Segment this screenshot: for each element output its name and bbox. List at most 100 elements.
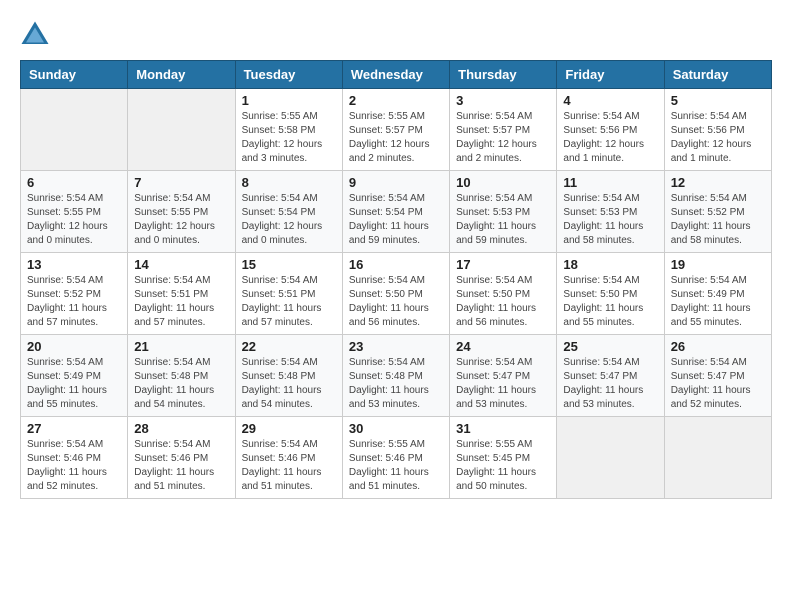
day-info: Sunrise: 5:54 AMSunset: 5:56 PMDaylight:… [563,110,657,166]
weekday-header: Tuesday [235,61,342,89]
calendar-week-row: 13 Sunrise: 5:54 AMSunset: 5:52 PMDayligh… [21,253,772,335]
calendar-cell: 30 Sunrise: 5:55 AMSunset: 5:46 PMDayligh… [342,417,449,499]
calendar-cell: 8 Sunrise: 5:54 AMSunset: 5:54 PMDaylight… [235,171,342,253]
day-number: 11 [563,175,657,190]
day-info: Sunrise: 5:54 AMSunset: 5:46 PMDaylight:… [242,438,336,494]
day-number: 21 [134,339,228,354]
calendar-cell: 22 Sunrise: 5:54 AMSunset: 5:48 PMDayligh… [235,335,342,417]
day-info: Sunrise: 5:54 AMSunset: 5:47 PMDaylight:… [563,356,657,412]
calendar-cell [128,89,235,171]
day-info: Sunrise: 5:54 AMSunset: 5:57 PMDaylight:… [456,110,550,166]
day-number: 17 [456,257,550,272]
calendar-cell: 10 Sunrise: 5:54 AMSunset: 5:53 PMDayligh… [450,171,557,253]
calendar-cell: 28 Sunrise: 5:54 AMSunset: 5:46 PMDayligh… [128,417,235,499]
day-number: 30 [349,421,443,436]
day-number: 20 [27,339,121,354]
calendar-cell: 4 Sunrise: 5:54 AMSunset: 5:56 PMDaylight… [557,89,664,171]
weekday-header: Sunday [21,61,128,89]
day-number: 13 [27,257,121,272]
day-number: 19 [671,257,765,272]
day-number: 2 [349,93,443,108]
day-info: Sunrise: 5:54 AMSunset: 5:50 PMDaylight:… [456,274,550,330]
page-header [20,20,772,50]
day-info: Sunrise: 5:54 AMSunset: 5:53 PMDaylight:… [456,192,550,248]
day-info: Sunrise: 5:54 AMSunset: 5:55 PMDaylight:… [27,192,121,248]
calendar-cell: 21 Sunrise: 5:54 AMSunset: 5:48 PMDayligh… [128,335,235,417]
calendar-cell [557,417,664,499]
calendar-cell: 18Sunrise: 5:54 AMSunset: 5:50 PMDayligh… [557,253,664,335]
calendar-cell: 3 Sunrise: 5:54 AMSunset: 5:57 PMDaylight… [450,89,557,171]
weekday-header: Friday [557,61,664,89]
day-info: Sunrise: 5:54 AMSunset: 5:51 PMDaylight:… [242,274,336,330]
calendar-cell: 24 Sunrise: 5:54 AMSunset: 5:47 PMDayligh… [450,335,557,417]
day-info: Sunrise: 5:55 AMSunset: 5:45 PMDaylight:… [456,438,550,494]
weekday-header: Wednesday [342,61,449,89]
calendar-cell: 6Sunrise: 5:54 AMSunset: 5:55 PMDaylight… [21,171,128,253]
calendar-week-row: 6Sunrise: 5:54 AMSunset: 5:55 PMDaylight… [21,171,772,253]
day-info: Sunrise: 5:54 AMSunset: 5:49 PMDaylight:… [671,274,765,330]
calendar-cell [664,417,771,499]
day-number: 12 [671,175,765,190]
calendar-cell: 27Sunrise: 5:54 AMSunset: 5:46 PMDayligh… [21,417,128,499]
calendar-week-row: 1 Sunrise: 5:55 AMSunset: 5:58 PMDaylight… [21,89,772,171]
calendar-cell: 26Sunrise: 5:54 AMSunset: 5:47 PMDayligh… [664,335,771,417]
calendar-cell: 12 Sunrise: 5:54 AMSunset: 5:52 PMDayligh… [664,171,771,253]
calendar-cell: 15 Sunrise: 5:54 AMSunset: 5:51 PMDayligh… [235,253,342,335]
calendar-cell: 1 Sunrise: 5:55 AMSunset: 5:58 PMDaylight… [235,89,342,171]
day-number: 10 [456,175,550,190]
logo-icon [20,20,50,50]
day-number: 5 [671,93,765,108]
day-number: 24 [456,339,550,354]
calendar-cell: 5Sunrise: 5:54 AMSunset: 5:56 PMDaylight… [664,89,771,171]
day-info: Sunrise: 5:54 AMSunset: 5:54 PMDaylight:… [242,192,336,248]
day-number: 29 [242,421,336,436]
day-info: Sunrise: 5:54 AMSunset: 5:46 PMDaylight:… [27,438,121,494]
day-number: 26 [671,339,765,354]
calendar-cell: 7 Sunrise: 5:54 AMSunset: 5:55 PMDaylight… [128,171,235,253]
calendar-cell: 29 Sunrise: 5:54 AMSunset: 5:46 PMDayligh… [235,417,342,499]
calendar-cell: 17 Sunrise: 5:54 AMSunset: 5:50 PMDayligh… [450,253,557,335]
calendar-header-row: SundayMondayTuesdayWednesdayThursdayFrid… [21,61,772,89]
calendar-cell: 11 Sunrise: 5:54 AMSunset: 5:53 PMDayligh… [557,171,664,253]
day-number: 4 [563,93,657,108]
day-number: 28 [134,421,228,436]
day-number: 1 [242,93,336,108]
calendar-cell: 23 Sunrise: 5:54 AMSunset: 5:48 PMDayligh… [342,335,449,417]
day-number: 23 [349,339,443,354]
day-info: Sunrise: 5:55 AMSunset: 5:57 PMDaylight:… [349,110,443,166]
day-number: 8 [242,175,336,190]
day-info: Sunrise: 5:54 AMSunset: 5:47 PMDaylight:… [456,356,550,412]
calendar-week-row: 27Sunrise: 5:54 AMSunset: 5:46 PMDayligh… [21,417,772,499]
day-number: 7 [134,175,228,190]
day-info: Sunrise: 5:54 AMSunset: 5:52 PMDaylight:… [27,274,121,330]
calendar-week-row: 20 Sunrise: 5:54 AMSunset: 5:49 PMDayligh… [21,335,772,417]
day-number: 9 [349,175,443,190]
day-number: 22 [242,339,336,354]
day-number: 16 [349,257,443,272]
day-info: Sunrise: 5:54 AMSunset: 5:46 PMDaylight:… [134,438,228,494]
day-info: Sunrise: 5:54 AMSunset: 5:52 PMDaylight:… [671,192,765,248]
day-info: Sunrise: 5:54 AMSunset: 5:50 PMDaylight:… [349,274,443,330]
day-info: Sunrise: 5:54 AMSunset: 5:48 PMDaylight:… [134,356,228,412]
calendar-cell: 20 Sunrise: 5:54 AMSunset: 5:49 PMDayligh… [21,335,128,417]
weekday-header: Monday [128,61,235,89]
day-number: 25 [563,339,657,354]
day-info: Sunrise: 5:54 AMSunset: 5:54 PMDaylight:… [349,192,443,248]
day-number: 14 [134,257,228,272]
day-info: Sunrise: 5:55 AMSunset: 5:46 PMDaylight:… [349,438,443,494]
weekday-header: Thursday [450,61,557,89]
calendar-cell: 9 Sunrise: 5:54 AMSunset: 5:54 PMDaylight… [342,171,449,253]
day-number: 3 [456,93,550,108]
day-number: 15 [242,257,336,272]
weekday-header: Saturday [664,61,771,89]
day-info: Sunrise: 5:54 AMSunset: 5:49 PMDaylight:… [27,356,121,412]
day-info: Sunrise: 5:54 AMSunset: 5:48 PMDaylight:… [242,356,336,412]
day-info: Sunrise: 5:54 AMSunset: 5:48 PMDaylight:… [349,356,443,412]
calendar-cell: 31 Sunrise: 5:55 AMSunset: 5:45 PMDayligh… [450,417,557,499]
day-info: Sunrise: 5:55 AMSunset: 5:58 PMDaylight:… [242,110,336,166]
day-number: 18 [563,257,657,272]
day-number: 31 [456,421,550,436]
calendar-cell [21,89,128,171]
day-info: Sunrise: 5:54 AMSunset: 5:55 PMDaylight:… [134,192,228,248]
day-info: Sunrise: 5:54 AMSunset: 5:53 PMDaylight:… [563,192,657,248]
